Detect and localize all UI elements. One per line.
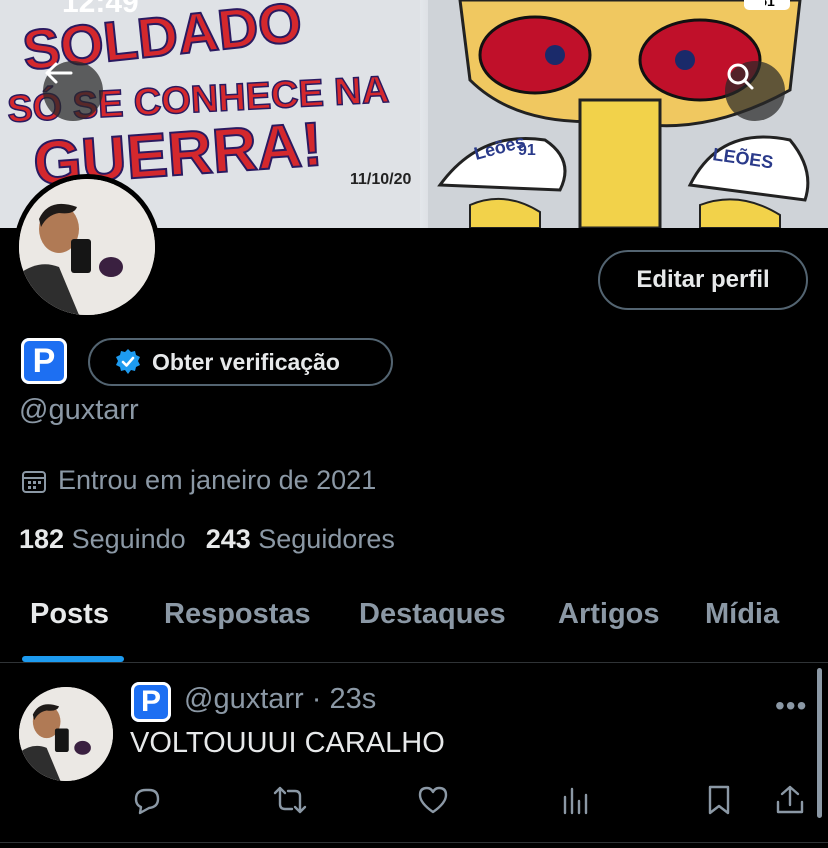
profile-handle: @guxtarr [19, 394, 139, 426]
share-icon [776, 785, 804, 814]
post-author-badge: P [131, 682, 171, 722]
joined-date: Entrou em janeiro de 2021 [20, 465, 376, 496]
post-meta: @guxtarr · 23s [184, 683, 376, 716]
following-label: Seguindo [71, 524, 186, 554]
back-arrow-icon [45, 62, 73, 84]
profile-avatar[interactable] [14, 174, 160, 320]
followers-link[interactable]: 243 Seguidores [206, 524, 395, 555]
post-divider [0, 842, 828, 843]
followers-label: Seguidores [258, 524, 395, 554]
like-button[interactable] [411, 778, 455, 822]
following-count: 182 [19, 524, 65, 554]
follow-stats: 182 Seguindo 243 Seguidores [19, 524, 395, 555]
post-time: 23s [329, 683, 377, 715]
edit-profile-button[interactable]: Editar perfil [598, 250, 808, 310]
avatar-photo [19, 179, 155, 315]
search-icon [727, 63, 754, 90]
search-button[interactable] [725, 61, 785, 121]
post-actions [0, 778, 828, 822]
graffiti-date: 11/10/20 [350, 171, 412, 188]
cap-number-left: 91 [518, 142, 536, 159]
profile-tabs: Posts Respostas Destaques Artigos Mídia [0, 590, 828, 662]
profile-name-badge: P [21, 338, 67, 384]
tabs-divider [0, 662, 828, 663]
status-time: 12:49 [62, 0, 139, 19]
following-link[interactable]: 182 Seguindo [19, 524, 186, 555]
tab-posts[interactable]: Posts [30, 598, 109, 631]
scrollbar[interactable] [817, 668, 822, 818]
repost-button[interactable] [268, 778, 312, 822]
bookmark-icon [708, 785, 730, 815]
verified-badge-icon [116, 349, 140, 374]
tab-replies[interactable]: Respostas [164, 598, 311, 631]
calendar-icon [22, 470, 46, 493]
views-button[interactable] [554, 778, 598, 822]
post-handle[interactable]: @guxtarr [184, 683, 304, 715]
post-separator: · [311, 683, 322, 715]
share-button[interactable] [768, 778, 812, 822]
post-author-avatar[interactable] [19, 687, 113, 781]
tab-media[interactable]: Mídia [705, 598, 779, 631]
post-more-button[interactable]: ••• [775, 690, 807, 722]
bookmark-button[interactable] [697, 778, 741, 822]
reply-button[interactable] [125, 778, 169, 822]
tab-articles[interactable]: Artigos [558, 598, 660, 631]
repost-icon [273, 786, 307, 814]
post-text: VOLTOUUUI CARALHO [130, 727, 445, 759]
get-verified-label: Obter verificação [152, 348, 340, 375]
status-icons: 51 [744, 0, 790, 10]
analytics-icon [563, 787, 588, 815]
joined-label: Entrou em janeiro de 2021 [58, 465, 377, 495]
get-verified-button[interactable]: Obter verificação [88, 338, 393, 386]
heart-icon [418, 786, 448, 814]
reply-icon [134, 788, 160, 815]
followers-count: 243 [205, 524, 251, 554]
back-button[interactable] [43, 61, 103, 121]
tab-highlights[interactable]: Destaques [359, 598, 506, 631]
wifi-icon [750, 0, 764, 8]
